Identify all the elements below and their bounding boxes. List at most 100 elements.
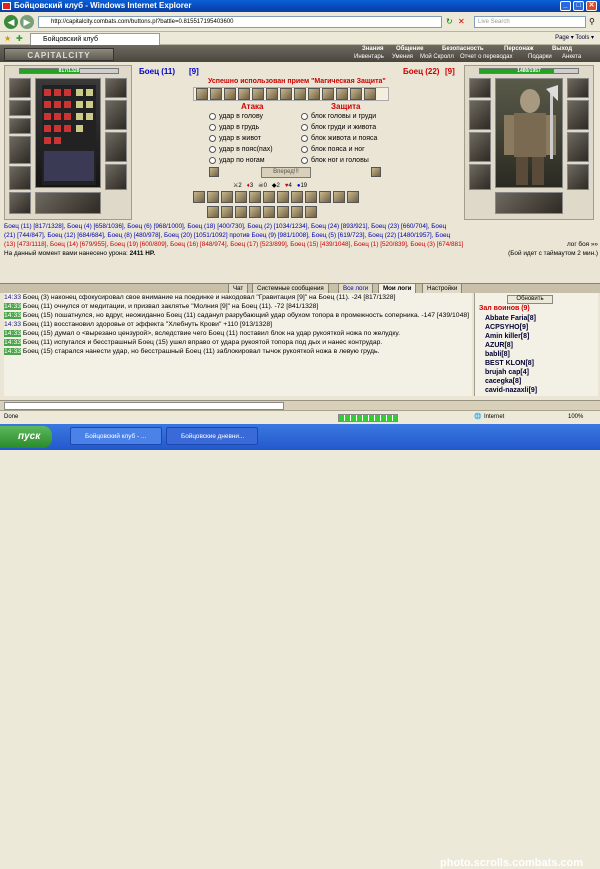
effect-icon[interactable] [221, 191, 233, 203]
armor-slot-icon[interactable] [9, 166, 31, 190]
boots-slot-icon[interactable] [105, 164, 127, 190]
player-item[interactable]: BEST KLON[8] [485, 360, 534, 367]
player-item[interactable]: cavid-nazaxli[9] [485, 387, 537, 394]
player-item[interactable]: Abbate Faria[8] [485, 315, 536, 322]
go-button[interactable]: Вперед!!! [261, 167, 311, 178]
attack-option-head[interactable]: удар в голову [209, 112, 263, 121]
menu-scroll[interactable]: Мой Скролл [420, 54, 454, 60]
leggings-slot-icon[interactable] [567, 132, 589, 162]
ability-fist-icon[interactable] [252, 88, 264, 100]
effect-icon[interactable] [333, 191, 345, 203]
attack-option-legs[interactable]: удар по ногам [209, 156, 265, 165]
defense-option-1[interactable]: блок головы и груди [301, 112, 376, 121]
rings-slot-icon[interactable] [35, 192, 101, 214]
menu-inventory[interactable]: Инвентарь [354, 54, 384, 60]
scroll-icon[interactable] [249, 206, 261, 218]
menu-exit[interactable]: Выход [552, 46, 572, 52]
menu-profile[interactable]: Анкета [562, 54, 581, 60]
scroll-icon[interactable] [263, 206, 275, 218]
scroll-icon[interactable] [277, 206, 289, 218]
belt-slot-icon[interactable] [469, 164, 491, 190]
taskbar-item-combats[interactable]: Бойцовский клуб - ... [70, 427, 162, 445]
minimize-button[interactable]: _ [560, 1, 571, 11]
refresh-icon[interactable]: ↻ [446, 17, 453, 26]
right-fighter-name[interactable]: Боец (22) [403, 67, 439, 76]
menu-transfers[interactable]: Отчет о переводах [460, 54, 513, 60]
radio-icon[interactable] [209, 112, 216, 120]
battle-log-link[interactable]: лог боя »» [567, 240, 598, 249]
attack-mode-icon[interactable] [209, 167, 219, 177]
player-item[interactable]: brujah cap[4] [485, 369, 529, 376]
effect-icon[interactable] [207, 191, 219, 203]
player-item[interactable]: cacegka[8] [485, 378, 521, 385]
effect-icon[interactable] [277, 191, 289, 203]
radio-icon[interactable] [301, 123, 308, 131]
defense-option-3[interactable]: блок живота и пояса [301, 134, 377, 143]
menu-knowledge[interactable]: Знания [362, 46, 384, 52]
left-fighter-name[interactable]: Боец (11) [139, 67, 175, 76]
menu-skills[interactable]: Умения [392, 54, 413, 60]
address-input[interactable]: http://capitalcity.combats.com/buttons.p… [38, 16, 442, 28]
effect-icon[interactable] [291, 191, 303, 203]
effect-icon[interactable] [193, 191, 205, 203]
menu-communication[interactable]: Общение [396, 46, 423, 52]
ability-wind-icon[interactable] [308, 88, 320, 100]
forward-icon[interactable]: ▶ [20, 15, 34, 29]
scroll-icon[interactable] [235, 206, 247, 218]
radio-icon[interactable] [301, 134, 308, 142]
player-item[interactable]: AZUR[8] [485, 342, 513, 349]
favorites-star-icon[interactable]: ★ [4, 34, 11, 43]
scroll-icon[interactable] [207, 206, 219, 218]
player-item[interactable]: ACPSYHO[9] [485, 324, 528, 331]
stop-icon[interactable]: ✕ [458, 17, 465, 26]
page-tools-menu[interactable]: Page ▾ Tools ▾ [555, 33, 594, 44]
attack-option-belly[interactable]: удар в живот [209, 134, 261, 143]
helmet-slot-icon[interactable] [9, 78, 31, 98]
search-input[interactable]: Live Search [474, 16, 586, 28]
leggings-slot-icon[interactable] [105, 132, 127, 162]
ability-blood-icon[interactable] [224, 88, 236, 100]
effect-icon[interactable] [305, 191, 317, 203]
radio-icon[interactable] [209, 145, 216, 153]
shield-slot-icon[interactable] [567, 100, 589, 130]
boots-slot-icon[interactable] [567, 164, 589, 190]
ability-star-icon[interactable] [364, 88, 376, 100]
weapon-axe-icon[interactable] [9, 136, 31, 164]
rings-slot-icon[interactable] [495, 192, 563, 214]
menu-gifts[interactable]: Подарки [528, 54, 552, 60]
ability-sword-icon[interactable] [266, 88, 278, 100]
ability-eye-icon[interactable] [238, 88, 250, 100]
add-favorites-icon[interactable]: ✚ [16, 34, 23, 43]
menu-character[interactable]: Персонаж [504, 46, 534, 52]
attack-option-chest[interactable]: удар в грудь [209, 123, 259, 132]
defense-option-4[interactable]: блок пояса и ног [301, 145, 365, 154]
gloves-slot-icon[interactable] [105, 78, 127, 98]
menu-security[interactable]: Безопасность [442, 46, 484, 52]
taskbar-item-diaries[interactable]: Бойцовские дневни... [166, 427, 258, 445]
radio-icon[interactable] [301, 156, 308, 164]
ability-drop-icon[interactable] [350, 88, 362, 100]
effect-icon[interactable] [347, 191, 359, 203]
defense-option-2[interactable]: блок груди и живота [301, 123, 376, 132]
effect-icon[interactable] [235, 191, 247, 203]
maximize-button[interactable]: □ [573, 1, 584, 11]
effect-icon[interactable] [263, 191, 275, 203]
search-icon[interactable]: ⚲ [589, 17, 595, 26]
radio-icon[interactable] [209, 134, 216, 142]
radio-icon[interactable] [209, 123, 216, 131]
belt-slot-icon[interactable] [9, 192, 31, 214]
helmet-slot-icon[interactable] [469, 78, 491, 98]
radio-icon[interactable] [301, 112, 308, 120]
ability-axe-icon[interactable] [280, 88, 292, 100]
ability-cross-icon[interactable] [336, 88, 348, 100]
scroll-icon[interactable] [221, 206, 233, 218]
earrings-slot-icon[interactable] [9, 100, 31, 116]
weapon-axe-icon[interactable] [469, 100, 491, 130]
ability-heart-icon[interactable] [196, 88, 208, 100]
radio-icon[interactable] [209, 156, 216, 164]
player-item[interactable]: Amin killer[8] [485, 333, 529, 340]
shield-slot-icon[interactable] [105, 100, 127, 130]
gloves-slot-icon[interactable] [567, 78, 589, 98]
player-item[interactable]: babli[8] [485, 351, 510, 358]
scroll-icon[interactable] [305, 206, 317, 218]
